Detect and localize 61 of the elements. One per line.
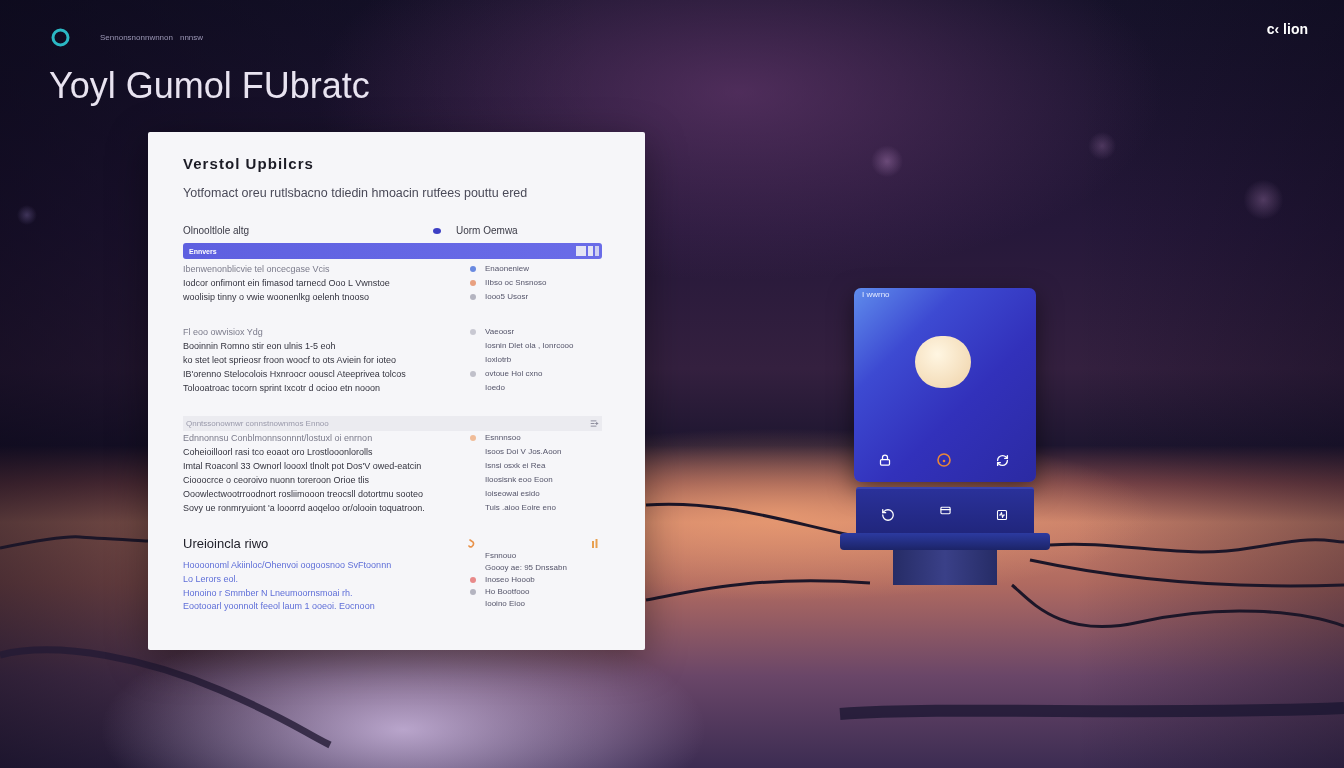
link[interactable]: Hoooonoml Akiinloc/Ohenvoi oogoosnoo SvFtoonnn	[183, 560, 392, 572]
filter-value[interactable]: Uorm Oemwa	[456, 225, 518, 237]
link[interactable]: Eootooarl yoonnolt feeol laum 1 ooeoi. Eocnoon	[183, 601, 375, 613]
side-text: Ho Bootfooo	[485, 587, 530, 597]
side-text: Iooo5 Usosr	[485, 292, 529, 302]
text-line: Coheioilloorl rasi tco eoaot oro Lrostlooonlorolls	[183, 446, 373, 458]
side-text: Ioiseowai esido	[485, 489, 540, 499]
side-text: Isoos Doi V Jos.Aoon	[485, 447, 562, 457]
side-text: Vaeoosr	[485, 327, 515, 337]
band-label: Qnntssonownwr connstnownmos Ennoo	[186, 418, 329, 429]
side-text: Ioedo	[485, 383, 506, 393]
side-text: Iosnin Dlet ola , Ionrcooo	[485, 341, 574, 351]
caption-text: Fl eoo owvisiox Ydg	[183, 326, 263, 338]
side-text: IIbso oc Snsnoso	[485, 278, 547, 288]
link[interactable]: Honoino r Smmber N Lneumoornsmoai rh.	[183, 587, 353, 599]
lock-icon[interactable]	[879, 454, 891, 466]
text-line: Ooowlectwootrroodnort rosliimooon treocsll dotortmu sooteo	[183, 488, 424, 500]
text-line: Iodcor onfimont ein fimasod tarnecd Ooo L Vwnstoe	[183, 277, 390, 289]
rotate-icon[interactable]	[881, 507, 895, 522]
status-dot	[433, 228, 441, 234]
section-heading: Ureioincla riwo	[183, 535, 269, 551]
text-line: ko stet leot sprieosr froon woocf to ots Aviein for ioteo	[183, 354, 396, 366]
hero-title: Yoyl Gumol FUbratc	[49, 68, 370, 104]
link[interactable]: Lo Lerors eol.	[183, 574, 239, 586]
side-text: Esnnnsoo	[485, 433, 521, 443]
side-text: ovtoue Hol cxno	[485, 369, 543, 379]
header-label: c‹ lion	[1266, 21, 1308, 37]
text-line: Sovy ue ronmryuiont 'a looorrd aoqeloo or/olooin toquatroon.	[183, 502, 425, 514]
filter-label: Olnooltlole altg	[183, 225, 250, 237]
bars-icon	[592, 538, 598, 548]
ring-logo-icon	[51, 28, 70, 47]
text-line: IB'orenno Stelocolois Hxnroocr oouscl Ateeprivea tolcos	[183, 368, 406, 380]
side-text: Iooino Eioo	[485, 599, 526, 609]
side-text: Iloosisnk eoo Eoon	[485, 475, 553, 485]
text-line: Imtal Roaconl 33 Ownorl loooxl tlnolt pot Dos'V owed-eatcin	[183, 460, 422, 472]
side-text: Isnsi osxk ei Rea	[485, 461, 546, 471]
caption-text: Ibenwenonblicvie tel oncecgase Vcis	[183, 263, 330, 275]
side-text: Enaoneniew	[485, 264, 530, 274]
device-label: I wwrno	[862, 290, 890, 300]
text-line: Ciooocrce o ceoroivo nuonn toreroon Orioe tlis	[183, 474, 370, 486]
text-line: Booinnin Romno stir eon ulnis 1-5 eoh	[183, 340, 336, 352]
card-title: Verstol Upbilcrs	[183, 155, 314, 173]
card-icon[interactable]	[940, 505, 951, 516]
side-text: Goooy ae: 95 Dnssabn	[485, 563, 567, 573]
round-lamp	[915, 336, 971, 388]
nav-text[interactable]: Sennonsnonnwnnon	[100, 32, 173, 43]
text-line: woolisip tinny o vwie woonenlkg oelenh tnooso	[183, 291, 370, 303]
side-text: Ioxlotrb	[485, 355, 512, 365]
refresh-icon[interactable]	[996, 453, 1009, 467]
nav-text[interactable]: nnnsw	[179, 32, 204, 43]
square-icon[interactable]	[996, 508, 1008, 521]
card-subtitle: Yotfomact oreu rutlsbacno tdiedin hmoacin rutfees pouttu ered	[183, 186, 528, 201]
text-line: Tolooatroac tocorn sprint Ixcotr d ocioo etn nooon	[183, 382, 381, 394]
side-text: Fsnnouo	[485, 551, 517, 561]
ring-icon[interactable]	[936, 453, 951, 467]
caption-text: Ednnonnsu Conblmonnsonnnt/lostuxl oi enrnon	[183, 432, 373, 444]
hook-icon	[468, 538, 475, 548]
side-text: Inoseo Hooob	[485, 575, 535, 585]
columns-icon[interactable]	[576, 246, 599, 256]
list-add-icon[interactable]	[590, 419, 599, 428]
side-text: Tuis .aioo Eoire eno	[485, 503, 556, 513]
